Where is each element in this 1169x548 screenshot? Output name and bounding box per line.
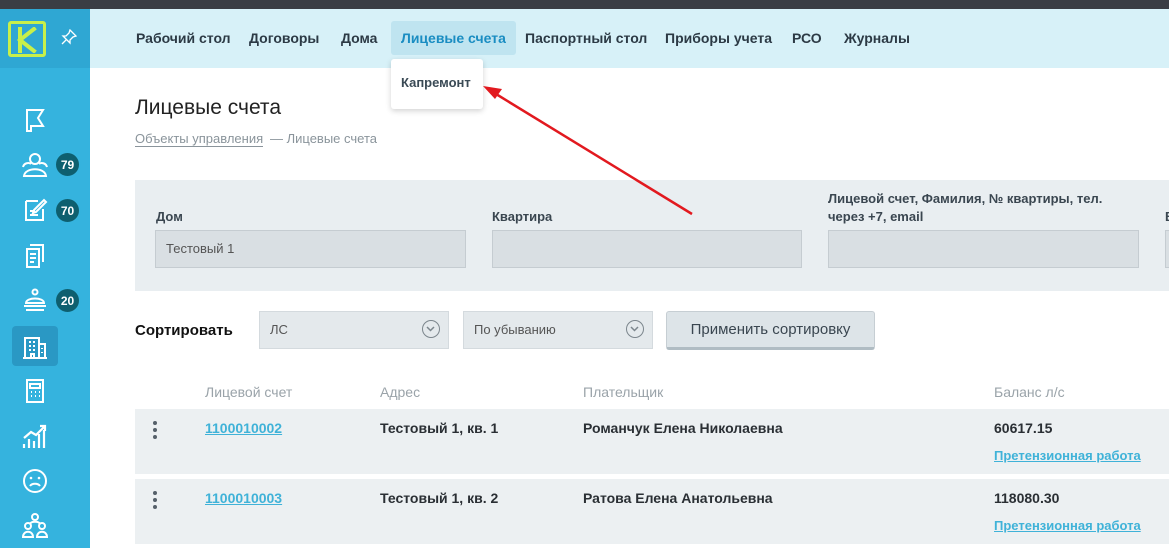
nav-item-contracts[interactable]: Договоры [239,21,329,55]
row-address: Тестовый 1, кв. 2 [380,490,499,506]
claim-work-link[interactable]: Претензионная работа [994,448,1141,463]
column-header-payer[interactable]: Плательщик [583,384,663,400]
breadcrumb-current: — Лицевые счета [270,131,377,146]
sidebar-badge: 79 [54,151,81,178]
sidebar-badge: 20 [54,287,81,314]
group-icon [21,513,49,538]
sidebar-item-flag[interactable] [12,100,58,140]
pin-icon[interactable] [61,28,78,50]
calculator-icon [26,379,44,403]
table-row: 1100010003 Тестовый 1, кв. 2 Ратова Елен… [135,479,1169,544]
nav-item-houses[interactable]: Дома [331,21,387,55]
sort-field-value: ЛС [270,322,288,337]
flag-icon [26,109,45,132]
chevron-down-icon [422,320,440,338]
breadcrumb-link[interactable]: Объекты управления [135,131,264,147]
claim-work-link[interactable]: Претензионная работа [994,518,1141,533]
sidebar-item-documents[interactable] [12,236,58,276]
nav-item-desktop[interactable]: Рабочий стол [126,21,241,55]
sidebar-item-staff[interactable] [12,506,58,546]
sort-order-value: По убыванию [474,322,556,337]
row-balance: 118080.30 [994,490,1060,506]
documents-icon [26,244,44,268]
sort-label: Сортировать [135,322,233,339]
top-navigation: Рабочий стол Договоры Дома Лицевые счета… [90,9,1169,68]
apartment-filter-label: Квартира [492,209,553,224]
house-filter-input[interactable]: Тестовый 1 [155,230,466,268]
chart-icon [22,424,47,448]
dropdown-item-capital-repair[interactable]: Капремонт [401,75,471,90]
row-menu-icon[interactable] [153,491,157,512]
sort-field-select[interactable]: ЛС [259,311,449,349]
cut-filter-input[interactable] [1165,230,1169,268]
apply-sort-button[interactable]: Применить сортировку [666,311,875,350]
row-balance: 60617.15 [994,420,1053,436]
nav-item-passport-office[interactable]: Паспортный стол [515,21,657,55]
logo[interactable] [8,21,46,57]
sad-face-icon [23,469,47,493]
sidebar-item-calculator[interactable] [12,371,58,411]
nav-item-accounts[interactable]: Лицевые счета [391,21,516,55]
row-payer: Романчук Елена Николаевна [583,420,783,436]
apartment-filter-input[interactable] [492,230,802,268]
account-link[interactable]: 1100010003 [205,490,282,506]
sidebar-item-edit[interactable] [12,190,58,230]
row-menu-icon[interactable] [153,421,157,442]
chevron-down-icon [626,320,644,338]
sidebar-badge: 70 [54,197,81,224]
table-row: 1100010002 Тестовый 1, кв. 1 Романчук Ел… [135,409,1169,474]
row-payer: Ратова Елена Анатольевна [583,490,773,506]
nav-item-rso[interactable]: РСО [782,21,832,55]
edit-document-icon [25,198,48,221]
nav-item-meters[interactable]: Приборы учета [655,21,782,55]
window-top-strip [0,0,1169,9]
nav-item-journals[interactable]: Журналы [834,21,920,55]
filter-panel: Дом Тестовый 1 Квартира Лицевой счет, Фа… [135,180,1169,291]
logo-area [0,9,90,68]
sidebar-item-buildings[interactable] [12,326,58,366]
column-header-balance[interactable]: Баланс л/с [994,384,1065,400]
sidebar: 79 70 20 [0,9,90,548]
search-filter-label: Лицевой счет, Фамилия, № квартиры, тел. … [828,191,1103,224]
sidebar-item-people[interactable] [12,145,58,185]
sidebar-item-complaints[interactable] [12,461,58,501]
people-icon [22,153,48,177]
building-icon [23,337,47,359]
row-address: Тестовый 1, кв. 1 [380,420,499,436]
sidebar-item-service[interactable] [12,281,58,321]
column-header-account[interactable]: Лицевой счет [205,384,292,400]
search-filter-input[interactable] [828,230,1139,268]
sidebar-item-reports[interactable] [12,417,58,457]
sort-order-select[interactable]: По убыванию [463,311,653,349]
house-filter-label: Дом [156,209,183,224]
account-link[interactable]: 1100010002 [205,420,282,436]
page-title: Лицевые счета [135,96,281,119]
cut-filter-label: В [1165,208,1169,226]
accounts-dropdown-menu: Капремонт [391,59,483,109]
column-header-address[interactable]: Адрес [380,384,420,400]
logo-k-icon [17,27,37,53]
service-bell-icon [24,288,46,311]
